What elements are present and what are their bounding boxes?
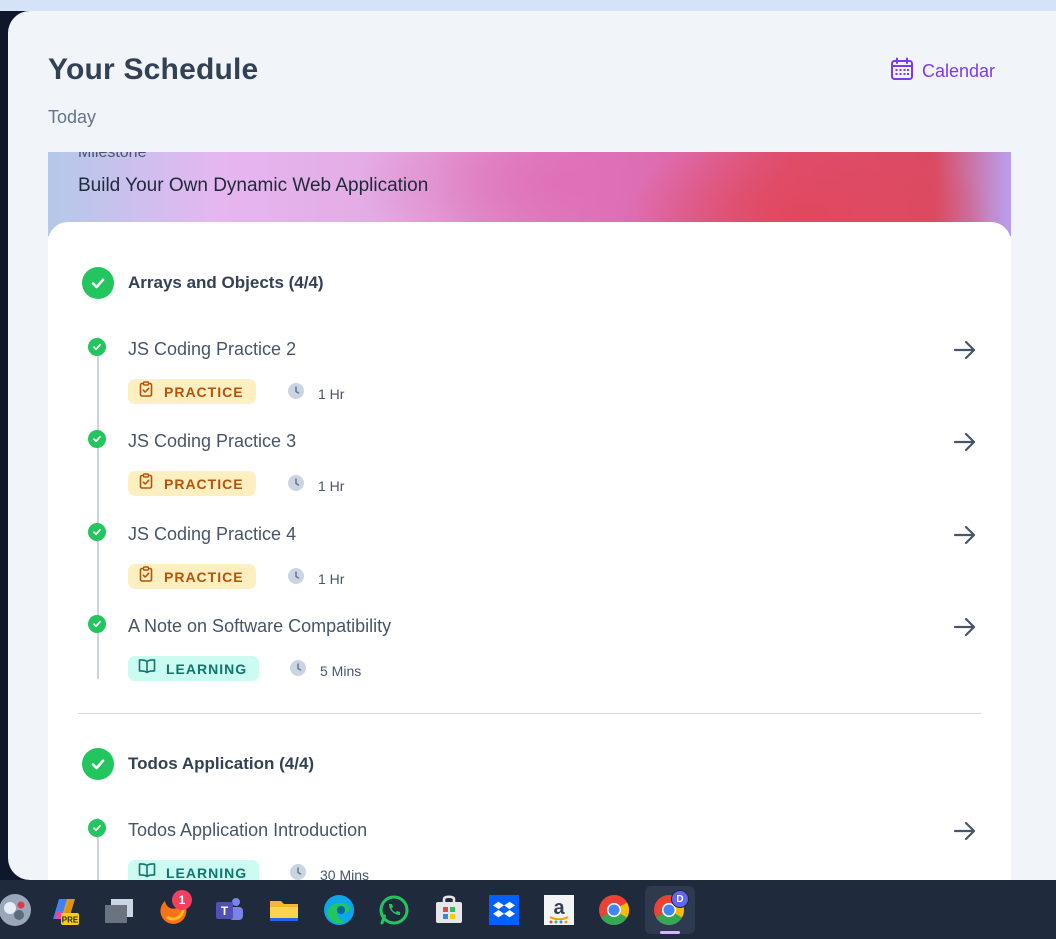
arrow-right-icon[interactable] — [952, 614, 978, 640]
page-subtitle: Today — [48, 107, 97, 127]
badge-label: LEARNING — [166, 864, 248, 881]
learning-badge: LEARNING — [128, 860, 260, 881]
page-title: Your Schedule — [48, 53, 259, 86]
section-header[interactable]: Arrays and Objects (4/4) — [82, 267, 324, 299]
clipboard-check-icon — [138, 381, 154, 402]
active-app-indicator — [660, 931, 680, 934]
book-open-icon — [138, 658, 156, 679]
duration-text: 5 Mins — [320, 662, 362, 679]
copilot-icon[interactable]: PRE — [47, 893, 81, 927]
duration: 30 Mins — [290, 864, 369, 880]
amazon-icon[interactable]: a — [542, 893, 576, 927]
duration-text: 30 Mins — [320, 866, 370, 881]
clock-icon — [288, 383, 304, 404]
list-item[interactable]: A Note on Software Compatibility LEARNIN… — [88, 612, 988, 692]
practice-badge: PRACTICE — [128, 471, 256, 496]
duration-text: 1 Hr — [318, 477, 345, 494]
duration: 1 Hr — [288, 475, 344, 496]
calendar-label: Calendar — [922, 61, 996, 81]
store-icon[interactable] — [432, 893, 466, 927]
section-complete-icon — [82, 748, 114, 780]
duration: 1 Hr — [288, 383, 344, 404]
edge-icon[interactable] — [322, 893, 356, 927]
dropbox-icon[interactable] — [487, 893, 521, 927]
notification-count: 1 — [178, 893, 186, 907]
book-open-icon — [138, 862, 156, 880]
arrow-right-icon[interactable] — [952, 818, 978, 844]
badge-label: PRACTICE — [164, 475, 244, 492]
section-title: Todos Application (4/4) — [128, 754, 315, 773]
schedule-card: Arrays and Objects (4/4) JS Coding Pract… — [48, 222, 1011, 880]
svg-text:T: T — [221, 904, 229, 918]
app-icon[interactable] — [0, 893, 32, 927]
schedule-panel: Your Schedule Today Calendar Milestone B… — [8, 11, 1056, 880]
section-complete-icon — [82, 267, 114, 299]
list-item[interactable]: JS Coding Practice 2 PRACTICE 1 Hr — [88, 335, 988, 415]
check-icon — [88, 338, 106, 356]
arrow-right-icon[interactable] — [952, 337, 978, 363]
clock-icon — [290, 864, 306, 880]
item-title: A Note on Software Compatibility — [128, 616, 392, 636]
teams-icon[interactable]: T — [212, 893, 246, 927]
list-item[interactable]: JS Coding Practice 4 PRACTICE 1 Hr — [88, 520, 988, 600]
duration-text: 1 Hr — [318, 570, 345, 587]
profile-initial: D — [676, 893, 684, 905]
check-icon — [88, 615, 106, 633]
window-icon[interactable] — [102, 893, 136, 927]
clipboard-check-icon — [138, 566, 154, 587]
duration: 5 Mins — [290, 660, 361, 681]
copilot-pre-label: PRE — [62, 916, 79, 925]
clock-icon — [290, 660, 306, 681]
check-icon — [88, 523, 106, 541]
item-title: JS Coding Practice 2 — [128, 339, 297, 359]
item-title: JS Coding Practice 4 — [128, 524, 297, 544]
check-icon — [88, 430, 106, 448]
file-explorer-icon[interactable] — [267, 893, 301, 927]
profile-avatar: D — [671, 890, 689, 908]
practice-badge: PRACTICE — [128, 379, 256, 404]
item-title: JS Coding Practice 3 — [128, 431, 297, 451]
list-item[interactable]: Todos Application Introduction LEARNING … — [88, 816, 988, 880]
banner-title: Build Your Own Dynamic Web Application — [78, 175, 429, 196]
check-icon — [88, 819, 106, 837]
banner-cut-text: Milestone — [78, 152, 147, 161]
section-header[interactable]: Todos Application (4/4) — [82, 748, 314, 780]
svg-text:a: a — [553, 897, 565, 919]
arrow-right-icon[interactable] — [952, 429, 978, 455]
badge-label: LEARNING — [166, 660, 248, 677]
section-divider — [78, 713, 981, 714]
whatsapp-icon[interactable] — [377, 893, 411, 927]
taskbar: PRE 1 T a D — [0, 880, 1056, 939]
section-title: Arrays and Objects (4/4) — [128, 273, 324, 292]
practice-badge: PRACTICE — [128, 564, 256, 589]
notification-badge: 1 — [172, 890, 192, 910]
window-top-strip — [0, 0, 1056, 11]
learning-badge: LEARNING — [128, 656, 260, 681]
list-item[interactable]: JS Coding Practice 3 PRACTICE 1 Hr — [88, 427, 988, 507]
clipboard-check-icon — [138, 473, 154, 494]
item-title: Todos Application Introduction — [128, 820, 368, 840]
clock-icon — [288, 568, 304, 589]
calendar-button[interactable]: Calendar — [890, 57, 995, 86]
duration: 1 Hr — [288, 568, 344, 589]
clock-icon — [288, 475, 304, 496]
badge-label: PRACTICE — [164, 568, 244, 585]
calendar-icon — [890, 57, 914, 86]
chrome-icon[interactable] — [597, 893, 631, 927]
duration-text: 1 Hr — [318, 385, 345, 402]
badge-label: PRACTICE — [164, 383, 244, 400]
arrow-right-icon[interactable] — [952, 522, 978, 548]
